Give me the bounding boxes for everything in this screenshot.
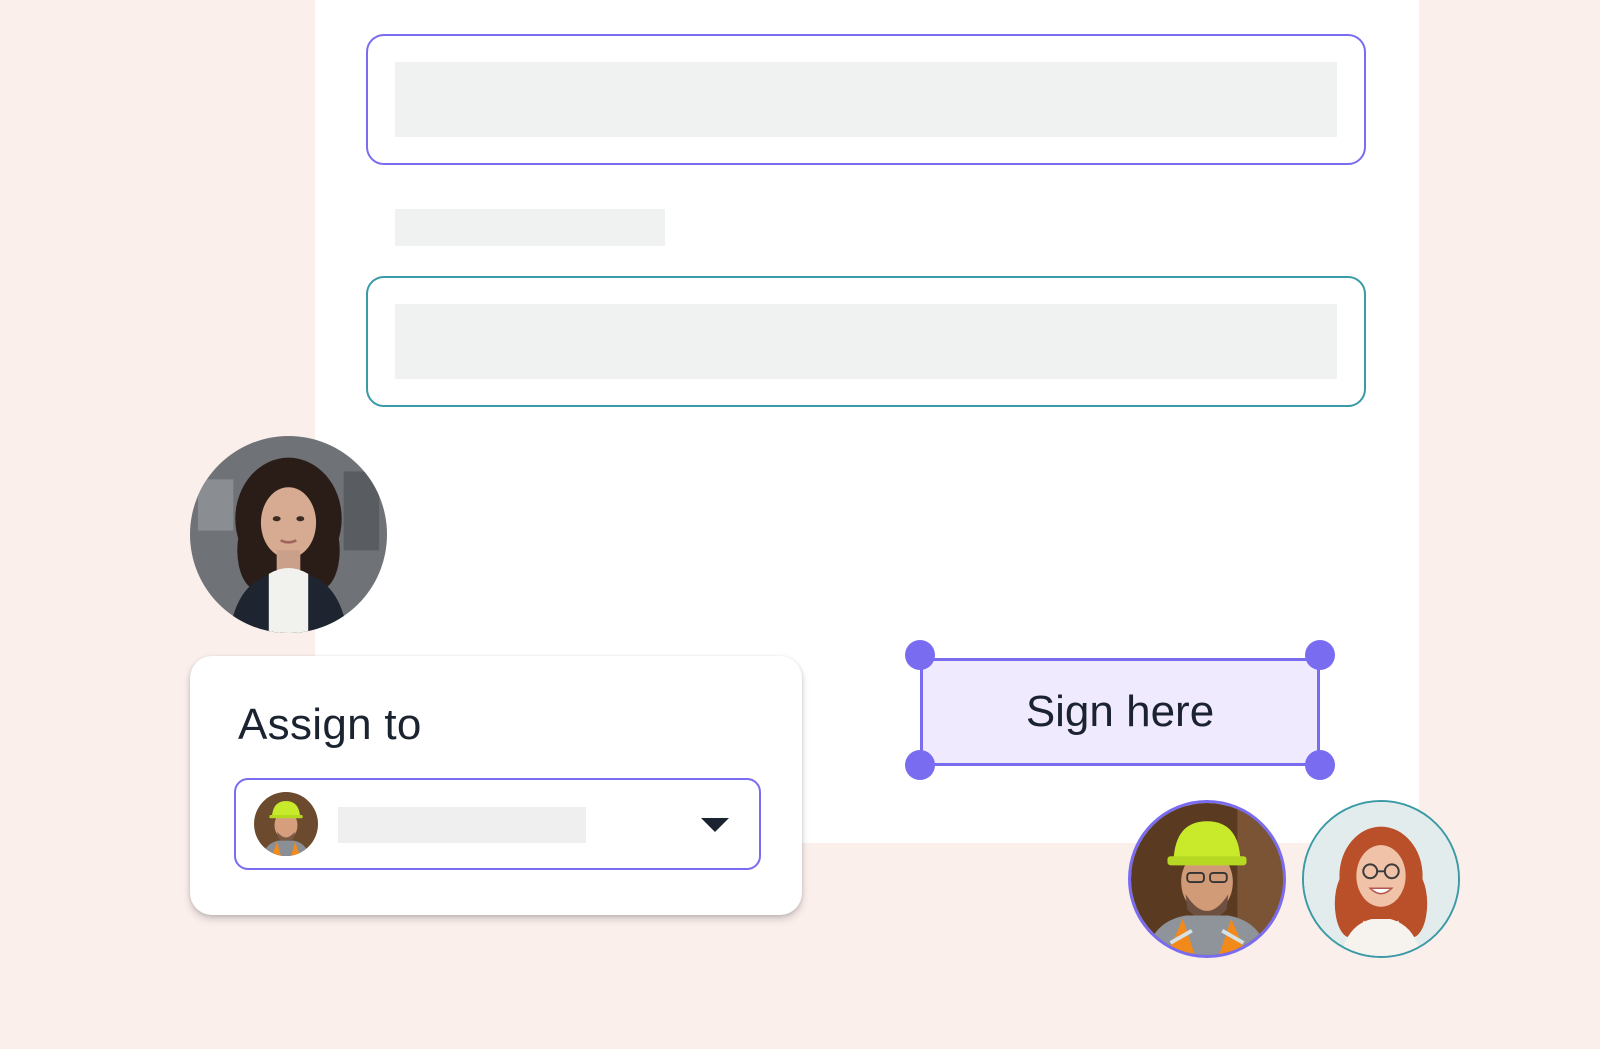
assign-card: Assign to	[190, 656, 802, 915]
signature-field[interactable]: Sign here	[920, 658, 1320, 766]
form-field-placeholder	[395, 304, 1337, 379]
woman-red-hair-avatar	[1302, 800, 1460, 958]
signature-field-label: Sign here	[1025, 687, 1215, 736]
assignee-name-placeholder	[338, 807, 586, 843]
construction-worker-avatar	[1128, 800, 1286, 958]
assignee-dropdown[interactable]	[234, 778, 761, 870]
worker-avatar	[254, 792, 318, 856]
form-field-secondary[interactable]	[366, 276, 1366, 407]
stage: Assign to Sign here	[0, 0, 1600, 1049]
resize-handle-bottom-right[interactable]	[1305, 750, 1335, 780]
assign-title: Assign to	[238, 700, 422, 749]
field-label-placeholder	[395, 209, 665, 246]
form-field-placeholder	[395, 62, 1337, 137]
woman-dark-hair-avatar	[190, 436, 387, 633]
resize-handle-top-left[interactable]	[905, 640, 935, 670]
form-field-primary[interactable]	[366, 34, 1366, 165]
resize-handle-top-right[interactable]	[1305, 640, 1335, 670]
caret-down-icon[interactable]	[701, 818, 729, 832]
resize-handle-bottom-left[interactable]	[905, 750, 935, 780]
